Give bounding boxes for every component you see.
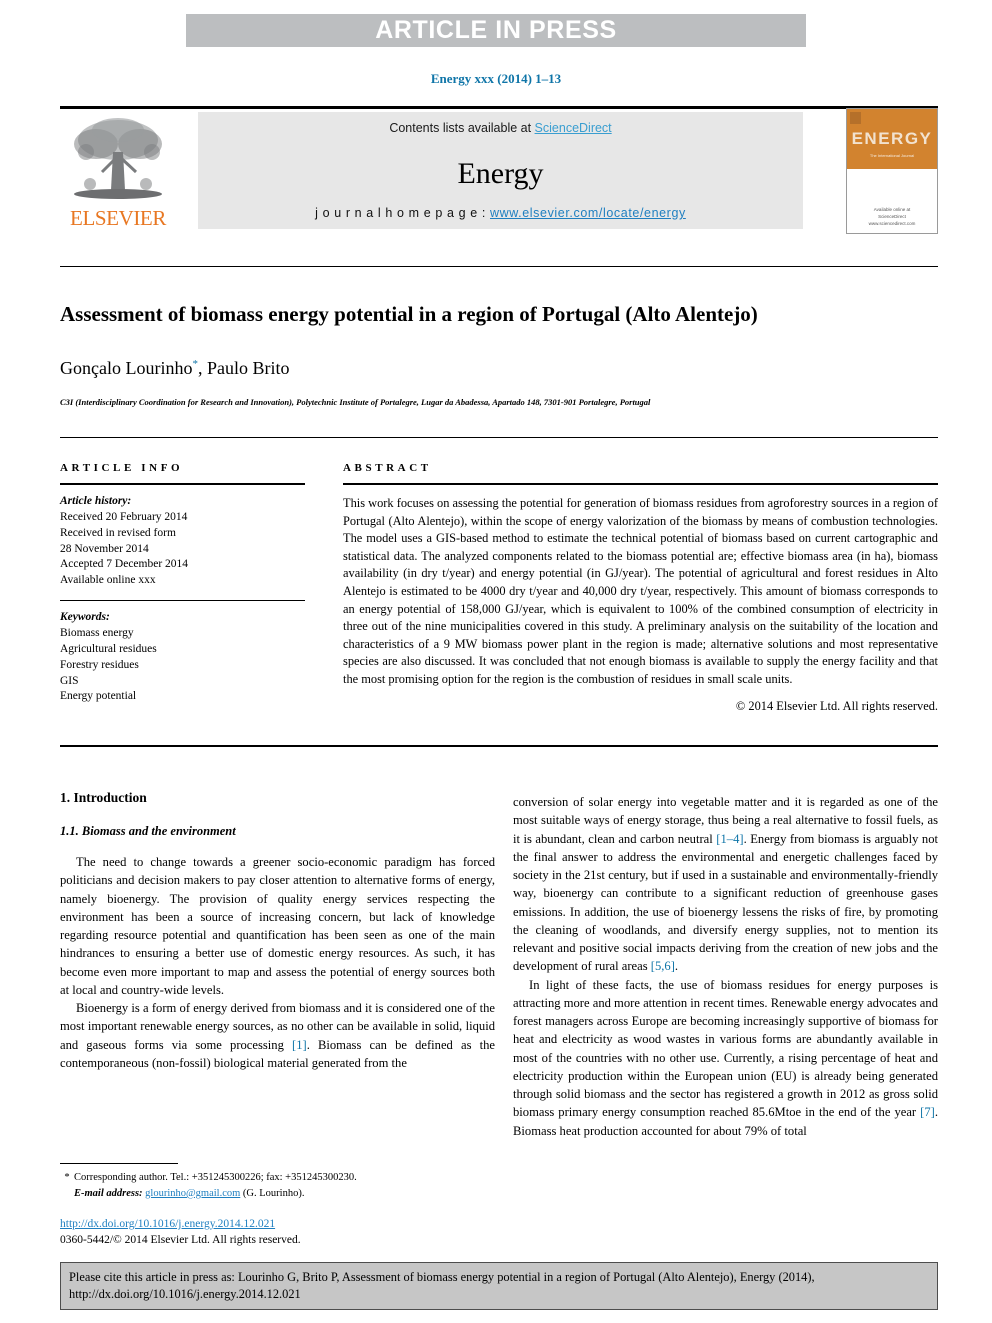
cover-title: ENERGY — [851, 129, 933, 148]
footnote-corresponding-text: Corresponding author. Tel.: +35124530022… — [74, 1172, 357, 1183]
footnote-email-link[interactable]: glourinho@gmail.com — [145, 1188, 240, 1199]
running-head: Energy xxx (2014) 1–13 — [430, 71, 562, 86]
sciencedirect-link[interactable]: ScienceDirect — [535, 121, 612, 135]
keywords-label: Keywords: — [60, 611, 110, 624]
article-history-block: Article history: Received 20 February 20… — [60, 494, 305, 589]
abstract-column: ABSTRACT This work focuses on assessing … — [343, 462, 938, 714]
subsection-heading-biomass-environment: 1.1. Biomass and the environment — [60, 824, 236, 838]
keywords-rule — [60, 600, 305, 602]
history-item: Received in revised form — [60, 526, 176, 539]
paragraph: conversion of solar energy into vegetabl… — [513, 793, 938, 976]
paragraph: The need to change towards a greener soc… — [60, 855, 495, 997]
cover-footer-line2: ScienceDirect — [878, 213, 906, 219]
article-in-press-label: ARTICLE IN PRESS — [375, 16, 617, 44]
elsevier-wordmark: ELSEVIER — [70, 206, 166, 230]
abstract-rule — [343, 483, 938, 485]
abstract-bottom-rule — [60, 745, 938, 747]
keyword-item: GIS — [60, 674, 79, 687]
journal-masthead: ELSEVIER Contents lists available at Sci… — [60, 106, 938, 234]
cover-footer-line1: Available online at — [873, 207, 911, 212]
article-page: ARTICLE IN PRESS Energy xxx (2014) 1–13 — [0, 0, 992, 1323]
article-info-column: ARTICLE INFO Article history: Received 2… — [60, 462, 305, 705]
author-list: Gonçalo Lourinho*, Paulo Brito — [60, 358, 780, 379]
paragraph-text-c: . — [674, 959, 679, 974]
history-item: 28 November 2014 — [60, 542, 149, 555]
cite-this-article-text: Please cite this article in press as: Lo… — [69, 1270, 815, 1302]
history-item: Received 20 February 2014 — [60, 510, 188, 523]
abstract-text: This work focuses on assessing the poten… — [343, 496, 938, 687]
author-rest: , Paulo Brito — [197, 358, 290, 378]
journal-title: Energy — [457, 157, 544, 190]
footnote-block: * Corresponding author. Tel.: +3512453002… — [60, 1170, 495, 1202]
citation-ref[interactable]: [7] — [920, 1105, 935, 1119]
homepage-prefix: j o u r n a l h o m e p a g e : — [315, 206, 490, 220]
article-in-press-banner: ARTICLE IN PRESS — [186, 14, 806, 47]
history-item: Available online xxx — [60, 574, 156, 587]
paragraph-text-b: . Energy from biomass is arguably not th… — [513, 831, 939, 974]
paragraph: Bioenergy is a form of energy derived fr… — [60, 999, 495, 1072]
citation-ref[interactable]: [5,6] — [651, 959, 675, 973]
footnote-email-owner: (G. Lourinho). — [242, 1187, 305, 1199]
citation-ref[interactable]: [1–4] — [716, 832, 743, 846]
footnote-email: E-mail address: glourinho@gmail.com (G. … — [60, 1186, 495, 1202]
title-top-rule — [60, 266, 938, 267]
article-info-rule — [60, 483, 305, 485]
cover-subtitle: The International Journal — [869, 153, 915, 158]
footnote-rule — [60, 1163, 178, 1164]
keyword-item: Biomass energy — [60, 627, 134, 640]
body-left-column: 1. Introduction 1.1. Biomass and the env… — [60, 790, 495, 1072]
footnote-email-label: E-mail address: — [74, 1187, 143, 1199]
affiliation-bottom-rule — [60, 437, 938, 438]
keyword-item: Agricultural residues — [60, 642, 157, 655]
paragraph: In light of these facts, the use of biom… — [513, 976, 938, 1140]
citation-ref[interactable]: [1] — [292, 1038, 307, 1052]
paragraph-text-a: In light of these facts, the use of biom… — [513, 977, 938, 1120]
footnote-corresponding: * Corresponding author. Tel.: +3512453002… — [60, 1170, 495, 1186]
doi-link[interactable]: http://dx.doi.org/10.1016/j.energy.2014.… — [60, 1218, 275, 1230]
elsevier-tree-icon — [74, 118, 162, 199]
page-title: Assessment of biomass energy potential i… — [60, 302, 758, 327]
affiliation: C3I (Interdisciplinary Coordination for … — [60, 397, 651, 407]
cover-elsevier-mark — [850, 112, 861, 124]
cover-top-row — [850, 112, 934, 124]
journal-band: Contents lists available at ScienceDirec… — [198, 112, 803, 229]
section-heading-introduction: 1. Introduction — [60, 790, 147, 805]
cover-footer: Available online at ScienceDirect www.sc… — [847, 207, 937, 227]
abstract-heading: ABSTRACT — [343, 462, 432, 474]
elsevier-logo: ELSEVIER — [60, 114, 176, 234]
keywords-block: Keywords: Biomass energy Agricultural re… — [60, 610, 305, 705]
history-item: Accepted 7 December 2014 — [60, 558, 189, 571]
journal-homepage-link[interactable]: www.elsevier.com/locate/energy — [490, 206, 686, 220]
cite-this-article-box: Please cite this article in press as: Lo… — [60, 1262, 938, 1310]
article-info-heading: ARTICLE INFO — [60, 462, 184, 474]
keyword-item: Energy potential — [60, 690, 137, 703]
contents-lists-line: Contents lists available at ScienceDirec… — [198, 121, 803, 135]
body-right-column: conversion of solar energy into vegetabl… — [513, 793, 938, 1140]
masthead-top-rule — [60, 106, 938, 109]
doi-block: http://dx.doi.org/10.1016/j.energy.2014.… — [60, 1216, 495, 1249]
issn-copyright-line: 0360-5442/© 2014 Elsevier Ltd. All right… — [60, 1234, 301, 1247]
article-history-label: Article history: — [60, 495, 132, 507]
author-first: Gonçalo Lourinho — [60, 358, 193, 378]
journal-cover-thumbnail: ENERGY The International Journal Availab… — [846, 108, 938, 234]
cover-footer-line3: www.sciencedirect.com — [868, 220, 916, 226]
contents-prefix: Contents lists available at — [389, 121, 535, 135]
footnote-star-icon: * — [64, 1172, 70, 1183]
abstract-copyright: © 2014 Elsevier Ltd. All rights reserved… — [735, 698, 938, 713]
journal-homepage-line: j o u r n a l h o m e p a g e : www.else… — [198, 206, 803, 220]
keyword-item: Forestry residues — [60, 658, 139, 671]
